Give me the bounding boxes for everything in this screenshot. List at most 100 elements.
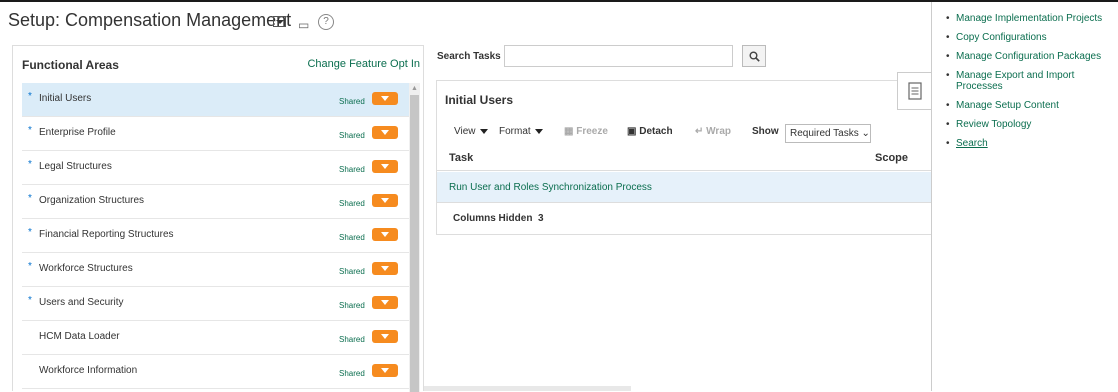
row-actions-button[interactable] <box>372 126 398 139</box>
detach-label: Detach <box>639 126 673 137</box>
row-actions-button[interactable] <box>372 92 398 105</box>
functional-area-label: Legal Structures <box>39 161 112 172</box>
task-toolbar: View Format ▦ Freeze ▣ Detach ↵ Wrap Sho… <box>437 124 933 143</box>
functional-area-row[interactable]: * Organization Structures Shared <box>22 185 409 219</box>
task-table-header: Task Scope <box>437 146 933 171</box>
freeze-icon: ▦ <box>564 126 574 137</box>
search-tasks-label: Search Tasks <box>437 51 501 62</box>
show-select-value: Required Tasks <box>790 128 859 139</box>
shared-label: Shared <box>339 131 365 140</box>
search-icon <box>749 51 760 62</box>
format-menu[interactable]: Format <box>499 126 543 137</box>
functional-area-label: Users and Security <box>39 297 124 308</box>
drawer-link-manage-configuration-packages[interactable]: Manage Configuration Packages <box>946 51 1116 62</box>
tasks-panel-tab[interactable] <box>897 72 933 110</box>
help-icon[interactable]: ? <box>318 14 334 30</box>
functional-area-row[interactable]: * Enterprise Profile Shared <box>22 117 409 151</box>
required-marker: * <box>28 261 32 272</box>
search-tasks-input[interactable] <box>504 45 733 67</box>
functional-area-row[interactable]: * Initial Users Shared <box>22 83 409 117</box>
functional-areas-panel: Functional Areas Change Feature Opt In *… <box>12 45 424 392</box>
functional-area-row[interactable]: HCM Data Loader Shared <box>22 321 409 355</box>
columns-hidden-label: Columns Hidden <box>453 213 533 224</box>
row-actions-button[interactable] <box>372 262 398 275</box>
chevron-down-icon <box>479 128 488 134</box>
row-actions-button[interactable] <box>372 194 398 207</box>
show-label: Show <box>752 126 779 137</box>
required-marker: * <box>28 193 32 204</box>
functional-area-label: Organization Structures <box>39 195 145 206</box>
row-actions-button[interactable] <box>372 160 398 173</box>
freeze-label: Freeze <box>576 126 608 137</box>
functional-area-label: Financial Reporting Structures <box>39 229 174 240</box>
show-select[interactable]: Required Tasks ⌄ <box>785 124 871 143</box>
functional-area-row[interactable]: * Workforce Structures Shared <box>22 253 409 287</box>
title-dropdown-icon[interactable] <box>273 16 286 27</box>
required-marker: * <box>28 227 32 238</box>
required-marker: * <box>28 125 32 136</box>
view-menu[interactable]: View <box>454 126 488 137</box>
drawer-link-copy-configurations[interactable]: Copy Configurations <box>946 32 1116 43</box>
required-marker: * <box>28 159 32 170</box>
drawer-link-manage-implementation-projects[interactable]: Manage Implementation Projects <box>946 13 1116 24</box>
functional-area-row[interactable]: * Users and Security Shared <box>22 287 409 321</box>
row-actions-button[interactable] <box>372 364 398 377</box>
initial-users-title: Initial Users <box>445 93 514 107</box>
functional-area-label: Workforce Information <box>39 365 138 376</box>
functional-area-label: Enterprise Profile <box>39 127 116 138</box>
functional-area-label: Workforce Structures <box>39 263 133 274</box>
wrap-icon: ↵ <box>695 126 704 137</box>
row-actions-button[interactable] <box>372 228 398 241</box>
shared-label: Shared <box>339 267 365 276</box>
shared-label: Shared <box>339 335 365 344</box>
format-label: Format <box>499 126 531 137</box>
functional-area-row[interactable]: Workforce Information Shared <box>22 355 409 389</box>
columns-hidden-count: 3 <box>538 213 544 224</box>
functional-area-row[interactable]: * Financial Reporting Structures Shared <box>22 219 409 253</box>
functional-areas-scrollbar[interactable]: ▲ <box>409 83 420 392</box>
columns-hidden-text: Columns Hidden 3 <box>453 213 544 224</box>
shared-label: Shared <box>339 199 365 208</box>
detach-button[interactable]: ▣ Detach <box>627 126 673 137</box>
drawer-link-manage-setup-content[interactable]: Manage Setup Content <box>946 100 1116 111</box>
tasks-list-icon <box>908 82 922 100</box>
change-feature-opt-in-link[interactable]: Change Feature Opt In <box>307 58 420 70</box>
view-label: View <box>454 126 476 137</box>
functional-area-label: HCM Data Loader <box>39 331 120 342</box>
chevron-down-icon <box>534 128 543 134</box>
shared-label: Shared <box>339 233 365 242</box>
initial-users-panel: Initial Users View Format ▦ Freeze ▣ Det… <box>436 80 934 235</box>
chevron-down-icon: ⌄ <box>861 128 870 139</box>
horizontal-scrollbar[interactable] <box>424 386 631 391</box>
shared-label: Shared <box>339 97 365 106</box>
functional-areas-title: Functional Areas <box>22 58 119 72</box>
functional-area-label: Initial Users <box>39 93 92 104</box>
freeze-button[interactable]: ▦ Freeze <box>564 126 608 137</box>
detach-icon: ▣ <box>627 126 637 137</box>
shared-label: Shared <box>339 369 365 378</box>
required-marker: * <box>28 91 32 102</box>
comments-icon[interactable]: ▭ <box>298 18 309 32</box>
page-title: Setup: Compensation Management <box>8 10 292 30</box>
drawer-link-review-topology[interactable]: Review Topology <box>946 119 1116 130</box>
scope-column-header[interactable]: Scope <box>875 152 908 164</box>
scroll-up-icon[interactable]: ▲ <box>409 85 420 93</box>
table-row[interactable]: Run User and Roles Synchronization Proce… <box>437 172 933 202</box>
functional-area-row[interactable]: * Legal Structures Shared <box>22 151 409 185</box>
required-marker: * <box>28 295 32 306</box>
task-link[interactable]: Run User and Roles Synchronization Proce… <box>449 182 652 193</box>
columns-hidden-row: Columns Hidden 3 <box>437 202 933 235</box>
task-column-header[interactable]: Task <box>449 152 473 164</box>
wrap-button[interactable]: ↵ Wrap <box>695 126 731 137</box>
functional-areas-list: * Initial Users Shared * Enterprise Prof… <box>22 83 409 389</box>
row-actions-button[interactable] <box>372 330 398 343</box>
drawer-link-manage-export-import[interactable]: Manage Export and Import Processes <box>946 70 1116 92</box>
search-button[interactable] <box>742 45 766 67</box>
row-actions-button[interactable] <box>372 296 398 309</box>
tasks-drawer: Manage Implementation Projects Copy Conf… <box>931 2 1118 391</box>
shared-label: Shared <box>339 301 365 310</box>
drawer-link-search[interactable]: Search <box>946 138 1116 149</box>
wrap-label: Wrap <box>706 126 731 137</box>
scroll-thumb[interactable] <box>410 95 419 392</box>
shared-label: Shared <box>339 165 365 174</box>
